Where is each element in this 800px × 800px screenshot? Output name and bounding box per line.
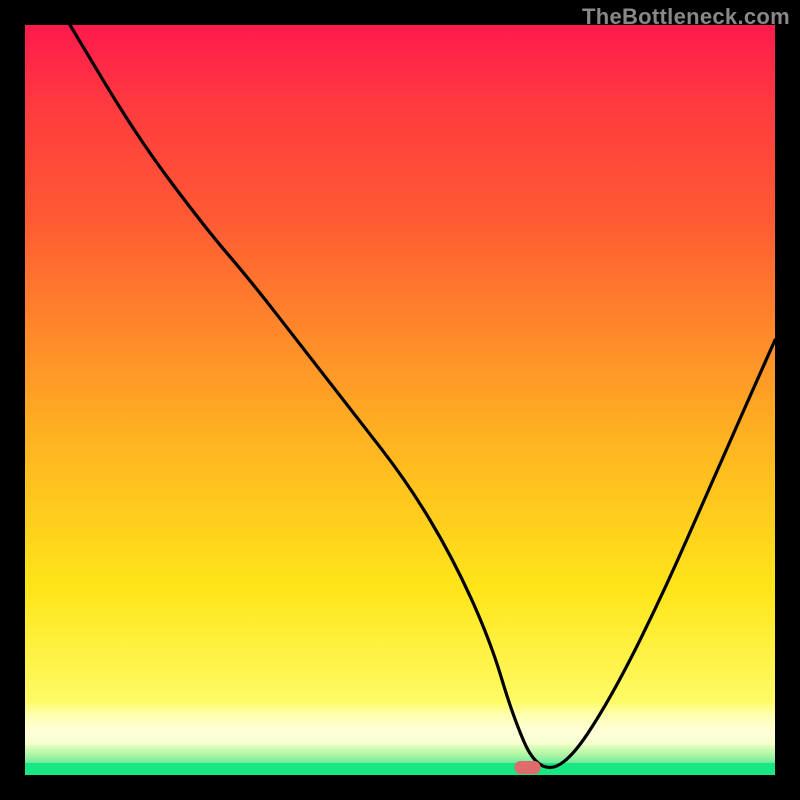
chart-frame: TheBottleneck.com	[0, 0, 800, 800]
marker-pill	[515, 761, 541, 774]
curve-layer	[25, 25, 775, 775]
watermark-text: TheBottleneck.com	[582, 4, 790, 30]
bottleneck-curve	[70, 25, 775, 768]
plot-area	[25, 25, 775, 775]
